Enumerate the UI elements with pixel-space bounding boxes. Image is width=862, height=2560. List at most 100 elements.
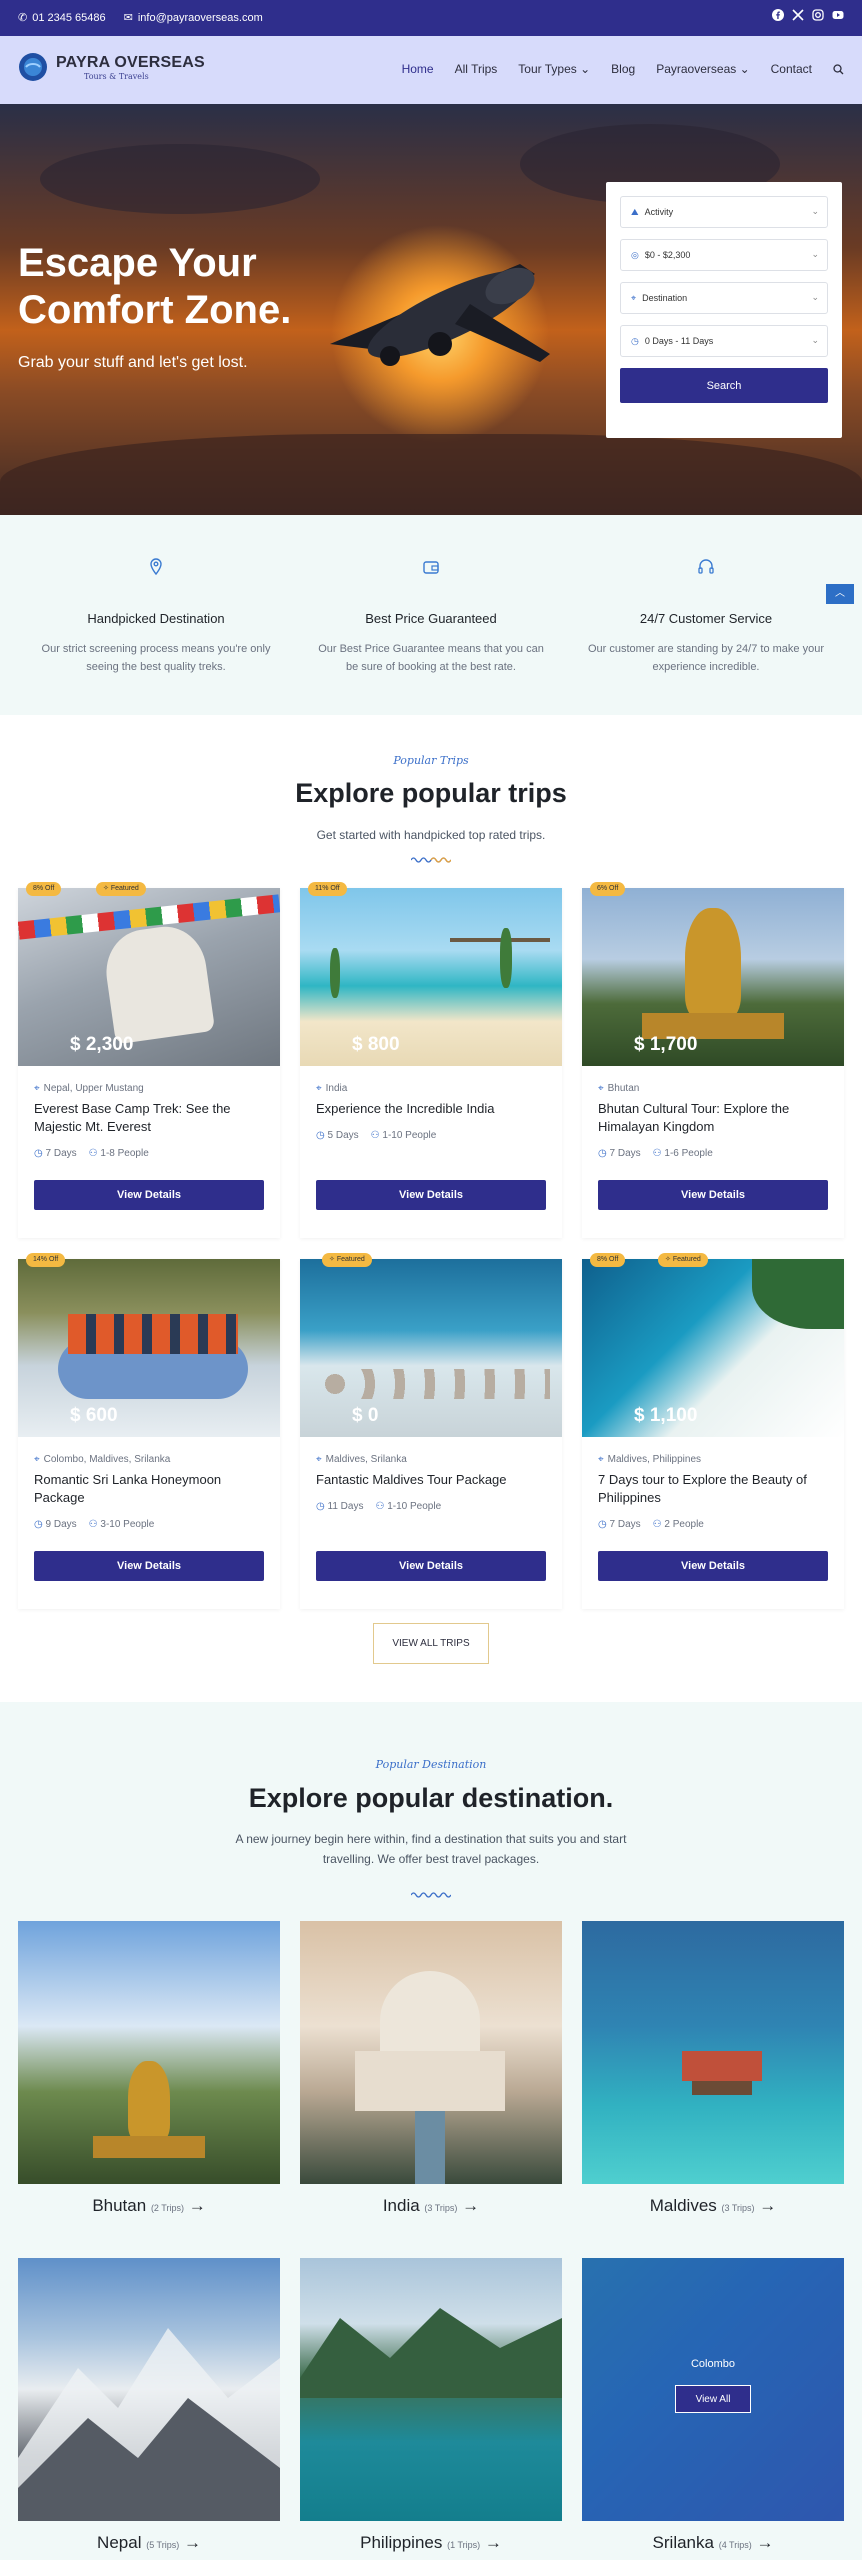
discount-badge: 8% Off [26,882,62,896]
destination-label-india[interactable]: India (3 Trips) → [300,2196,562,2216]
trip-image[interactable]: $ 800 [300,888,562,1066]
map-pin-icon: ⌖ [598,1454,604,1465]
destination-label-maldives[interactable]: Maldives (3 Trips) → [582,2196,844,2216]
trip-title[interactable]: 7 Days tour to Explore the Beauty of Phi… [598,1471,830,1507]
chevron-down-icon: ⌄ [811,249,819,259]
map-pin-icon [150,558,162,576]
trip-meta: ◷ 11 Days ⚇ 1-10 People [316,1501,442,1512]
trip-location: ⌖ Maldives, Srilanka [316,1454,407,1465]
activity-icon: ⛰ [631,206,639,217]
view-all-button[interactable]: View All [675,2385,751,2413]
featured-badge: ✧ Featured [96,882,146,896]
trip-image[interactable]: $ 1,100 [582,1259,844,1437]
nav-item-all-trips[interactable]: All Trips [455,62,498,76]
email-link[interactable]: ✉ info@payraoverseas.com [124,11,263,25]
search-icon[interactable] [833,63,844,75]
featured-badge: ✧ Featured [322,1253,372,1267]
trip-location: ⌖ Maldives, Philippines [598,1454,702,1465]
trip-image[interactable]: $ 2,300 [18,888,280,1066]
cloud [40,144,320,214]
trip-title[interactable]: Fantastic Maldives Tour Package [316,1471,548,1489]
clock-icon: ◷ [598,1148,607,1159]
people-icon: ⚇ [88,1148,98,1159]
wave-divider-icon [411,857,451,863]
popular-desc: Get started with handpicked top rated tr… [316,828,546,842]
features-section: Handpicked Destination Our strict screen… [0,515,862,715]
map-pin-icon: ⌖ [631,292,637,303]
x-icon[interactable] [792,9,804,21]
dollar-icon: ◎ [631,249,639,260]
destination-image-nepal[interactable] [18,2258,280,2521]
map-pin-icon: ⌖ [316,1083,322,1094]
destination-overlay-label: Colombo [690,2358,736,2370]
view-details-button[interactable]: View Details [316,1180,546,1210]
trip-card: $ 800 11% Off ⌖ India Experience the Incr… [300,882,562,1238]
trip-location: ⌖ Colombo, Maldives, Srilanka [34,1454,171,1465]
view-details-button[interactable]: View Details [316,1551,546,1581]
top-bar: ✆ 01 2345 65486 ✉ info@payraoverseas.com [0,0,862,36]
view-details-button[interactable]: View Details [34,1180,264,1210]
trip-image[interactable]: $ 1,700 [582,888,844,1066]
facebook-icon[interactable] [772,9,784,21]
nav-item-blog[interactable]: Blog [611,62,635,76]
budget-select[interactable]: ◎ $0 - $2,300 ⌄ [620,239,828,271]
discount-badge: 11% Off [308,882,347,896]
featured-badge: ✧ Featured [658,1253,708,1267]
arrow-right-icon: → [484,2533,502,2552]
trip-meta: ◷ 9 Days ⚇ 3-10 People [34,1519,155,1530]
destination-image-maldives[interactable] [582,1921,844,2184]
trip-location: ⌖ Nepal, Upper Mustang [34,1083,144,1094]
clock-icon: ◷ [34,1148,43,1159]
duration-select[interactable]: ◷ 0 Days - 11 Days ⌄ [620,325,828,357]
search-button[interactable]: Search [620,368,828,403]
trip-card: $ 600 14% Off ⌖ Colombo, Maldives, Srilan… [18,1253,280,1609]
clock-icon: ◷ [631,335,639,346]
instagram-icon[interactable] [812,9,824,21]
hero-banner: Escape Your Comfort Zone. Grab your stuf… [0,104,862,515]
phone-link[interactable]: ✆ 01 2345 65486 [18,11,106,25]
map-pin-icon: ⌖ [316,1454,322,1465]
trip-title[interactable]: Bhutan Cultural Tour: Explore the Himala… [598,1100,830,1136]
destination-label-srilanka[interactable]: Srilanka (4 Trips) → [582,2533,844,2553]
map-pin-icon: ⌖ [598,1083,604,1094]
logo[interactable]: PAYRA OVERSEAS Tours & Travels [18,52,205,82]
destination-label-philippines[interactable]: Philippines (1 Trips) → [300,2533,562,2553]
destination-image-philippines[interactable] [300,2258,562,2521]
trip-card: $ 2,300 8% Off ✧ Featured ⌖ Nepal, Upper … [18,882,280,1238]
destination-select[interactable]: ⌖ Destination ⌄ [620,282,828,314]
nav-item-contact[interactable]: Contact [771,62,812,76]
nav-item-home[interactable]: Home [402,62,434,76]
destination-image-bhutan[interactable] [18,1921,280,2184]
wallet-icon [423,561,439,574]
chevron-down-icon: ⌄ [811,335,819,345]
view-details-button[interactable]: View Details [34,1551,264,1581]
clock-icon: ◷ [316,1501,325,1512]
scroll-to-top-button[interactable]: ︿ [826,584,854,604]
destination-label-bhutan[interactable]: Bhutan (2 Trips) → [18,2196,280,2216]
nav-item-payraoverseas[interactable]: Payraoverseas ⌄ [656,62,749,76]
chevron-down-icon: ⌄ [811,206,819,216]
destination-label-nepal[interactable]: Nepal (5 Trips) → [18,2533,280,2553]
trip-image[interactable]: $ 600 [18,1259,280,1437]
headset-icon [698,559,714,574]
activity-select[interactable]: ⛰ Activity ⌄ [620,196,828,228]
nav-item-tour-types[interactable]: Tour Types ⌄ [518,62,590,76]
destination-kicker: Popular Destination [375,1758,487,1771]
people-icon: ⚇ [370,1130,380,1141]
trip-meta: ◷ 7 Days ⚇ 1-8 People [34,1148,149,1159]
destination-image-india[interactable] [300,1921,562,2184]
view-details-button[interactable]: View Details [598,1551,828,1581]
view-details-button[interactable]: View Details [598,1180,828,1210]
destination-image-srilanka[interactable]: Colombo View All [582,2258,844,2521]
trip-title[interactable]: Everest Base Camp Trek: See the Majestic… [34,1100,266,1136]
people-icon: ⚇ [652,1519,662,1530]
trip-image[interactable]: $ 0 [300,1259,562,1437]
popular-title: Explore popular trips [295,778,567,808]
youtube-icon[interactable] [832,9,844,21]
view-all-trips-button[interactable]: VIEW ALL TRIPS [373,1623,489,1664]
trip-meta: ◷ 5 Days ⚇ 1-10 People [316,1130,437,1141]
trip-title[interactable]: Romantic Sri Lanka Honeymoon Package [34,1471,266,1507]
trip-card: $ 1,100 8% Off ✧ Featured ⌖ Maldives, Phi… [582,1253,844,1609]
trip-title[interactable]: Experience the Incredible India [316,1100,548,1118]
discount-badge: 8% Off [590,1253,626,1267]
